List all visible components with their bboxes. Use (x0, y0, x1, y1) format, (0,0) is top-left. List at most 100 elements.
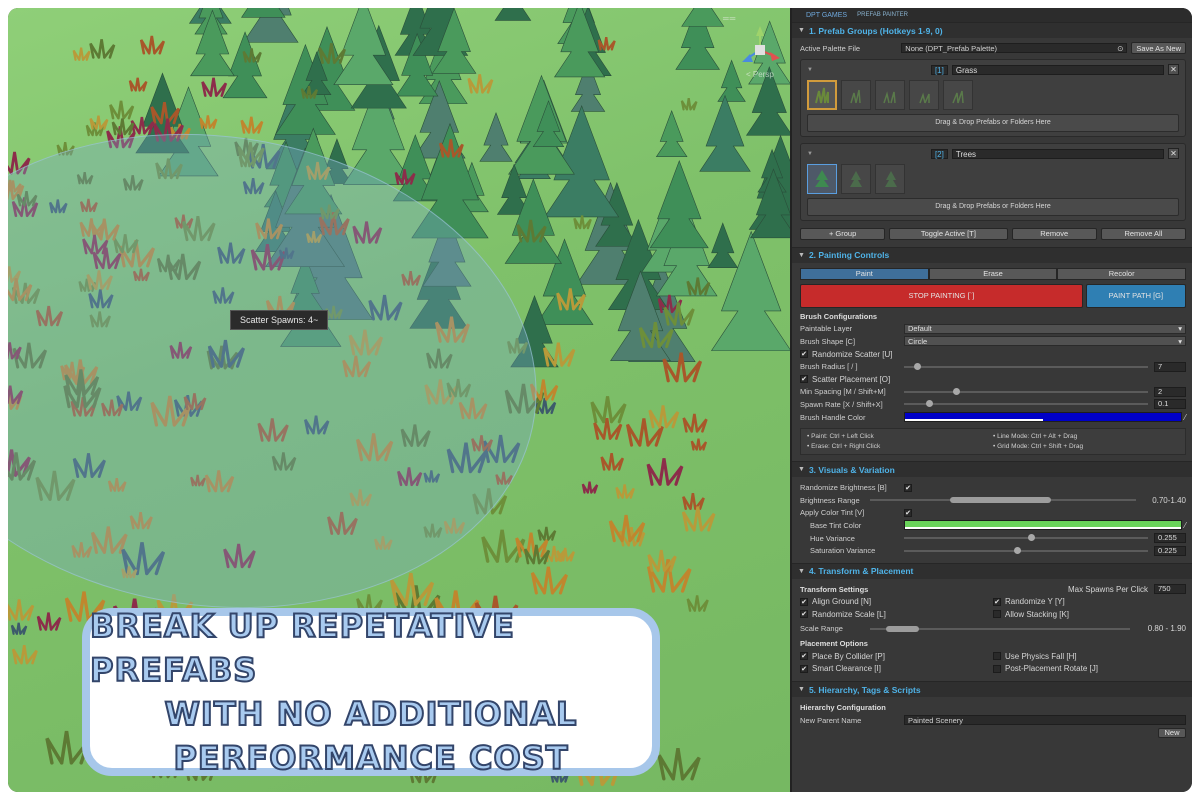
spawn-rate-input[interactable]: 0.1 (1154, 399, 1186, 410)
align-ground-checkbox[interactable]: ✔ (800, 597, 808, 606)
palette-field[interactable]: None (DPT_Prefab Palette) ⊙ (901, 43, 1128, 54)
drop-zone-trees[interactable]: Drag & Drop Prefabs or Folders Here (807, 197, 1179, 216)
hint-grid-mode: • Grid Mode: Ctrl + Shift + Drag (993, 443, 1084, 451)
hue-variance-input[interactable]: 0.255 (1154, 533, 1186, 544)
remove-all-button[interactable]: Remove All (1100, 227, 1187, 240)
close-icon[interactable]: ✕ (1168, 64, 1179, 76)
section-prefab-groups[interactable]: ▼ 1. Prefab Groups (Hotkeys 1-9, 0) (792, 22, 1192, 38)
grass-prefab (201, 77, 228, 97)
grass-prefab (537, 526, 557, 541)
prefab-thumb-grass-1[interactable] (807, 79, 837, 110)
perspective-label[interactable]: < Persp (746, 70, 774, 79)
grass-prefab-thumbnails (807, 79, 1179, 110)
brush-handle-color-swatch[interactable] (904, 412, 1182, 423)
prefab-thumb-grass-5[interactable] (943, 79, 973, 110)
prefab-thumb-grass-4[interactable] (909, 79, 939, 110)
add-group-button[interactable]: + Group (800, 227, 886, 240)
grass-prefab (590, 396, 627, 424)
scale-range-slider[interactable] (870, 624, 1130, 634)
place-by-collider-checkbox[interactable]: ✔ (800, 652, 808, 661)
spawn-rate-slider[interactable] (904, 399, 1148, 409)
section-visuals[interactable]: ▼ 3. Visuals & Variation (792, 461, 1192, 478)
toggle-active-button[interactable]: Toggle Active [T] (889, 227, 1008, 240)
drop-zone-grass[interactable]: Drag & Drop Prefabs or Folders Here (807, 113, 1179, 132)
tab-erase[interactable]: Erase (928, 267, 1058, 280)
group-collapse-icon[interactable]: ▼ (807, 151, 813, 157)
section-title: 3. Visuals & Variation (808, 464, 895, 475)
use-physics-fall-checkbox[interactable] (993, 652, 1001, 661)
stop-painting-button[interactable]: STOP PAINTING [`] (800, 283, 1083, 308)
tab-recolor[interactable]: Recolor (1057, 267, 1187, 280)
brush-shape-dropdown[interactable]: Circle ▾ (904, 336, 1186, 347)
promo-line-1: BREAK UP REPETATIVE PREFABS (89, 606, 515, 690)
prefab-thumb-tree-2[interactable] (841, 163, 871, 194)
brush-handle-color-label: Brush Handle Color (800, 412, 866, 422)
base-tint-color-swatch[interactable] (904, 520, 1182, 531)
scale-range-value: 0.80 - 1.90 (1147, 624, 1186, 634)
group-collapse-icon[interactable]: ▼ (807, 67, 813, 73)
tab-paint[interactable]: Paint (800, 267, 929, 280)
brightness-range-slider[interactable] (870, 495, 1136, 505)
smart-clearance-checkbox[interactable]: ✔ (800, 664, 808, 673)
prefab-thumb-tree-1[interactable] (807, 163, 837, 194)
grass-icon (883, 90, 896, 103)
section-painting-controls[interactable]: ▼ 2. Painting Controls (792, 246, 1192, 263)
prefab-thumb-grass-2[interactable] (841, 79, 871, 110)
section-transform-placement[interactable]: ▼ 4. Transform & Placement (792, 562, 1192, 579)
grass-prefab (648, 405, 680, 429)
grass-prefab (615, 484, 635, 499)
new-parent-button[interactable]: New (1158, 727, 1186, 738)
allow-stacking-label: Allow Stacking [K] (1005, 609, 1070, 619)
brush-radius-label: Brush Radius [ / ] (800, 362, 858, 372)
grass-prefab (199, 115, 218, 129)
scene-viewport[interactable]: Scatter Spawns: 4~ ══ < Persp BREAK UP R… (8, 8, 790, 792)
inspector-header: DPT GAMES PREFAB PAINTER (792, 8, 1192, 22)
prefab-thumb-grass-3[interactable] (875, 79, 905, 110)
window-frame: Scatter Spawns: 4~ ══ < Persp BREAK UP R… (8, 8, 1192, 792)
hue-variance-slider[interactable] (904, 533, 1148, 543)
group-name-field[interactable]: Grass (951, 64, 1164, 75)
section-title: 4. Transform & Placement (808, 566, 914, 577)
remove-button[interactable]: Remove (1011, 227, 1097, 240)
tree-prefab-thumbnails (807, 163, 1179, 194)
scale-range-label: Scale Range (800, 624, 843, 634)
save-as-new-button[interactable]: Save As New (1131, 42, 1187, 55)
randomize-y-checkbox[interactable]: ✔ (993, 597, 1001, 606)
grass-prefab (573, 215, 592, 230)
eyedropper-icon[interactable]: ⁄ (1185, 413, 1186, 422)
saturation-variance-input[interactable]: 0.225 (1154, 545, 1186, 556)
max-spawns-input[interactable]: 750 (1154, 584, 1186, 595)
object-picker-icon[interactable]: ⊙ (1117, 44, 1123, 53)
close-icon[interactable]: ✕ (1168, 148, 1179, 160)
grass-icon (815, 87, 829, 103)
section-hierarchy[interactable]: ▼ 5. Hierarchy, Tags & Scripts (792, 681, 1192, 698)
eyedropper-icon[interactable]: ⁄ (1185, 521, 1186, 530)
paint-path-button[interactable]: PAINT PATH [G] (1085, 283, 1186, 308)
randomize-scatter-checkbox[interactable]: ✔ (800, 350, 808, 359)
prefab-thumb-tree-3[interactable] (875, 163, 905, 194)
min-spacing-input[interactable]: 2 (1154, 386, 1186, 397)
grass-icon (919, 92, 930, 103)
randomize-scale-checkbox[interactable]: ✔ (800, 610, 808, 619)
apply-color-tint-checkbox[interactable]: ✔ (904, 508, 912, 517)
tree-icon (815, 169, 829, 187)
header-tool-name: PREFAB PAINTER (857, 12, 909, 18)
post-placement-rotate-checkbox[interactable] (993, 664, 1001, 673)
collapse-triangle-icon: ▼ (798, 251, 805, 259)
brush-radius-input[interactable]: 7 (1154, 361, 1186, 372)
tree-prefab (707, 222, 739, 268)
new-parent-label: New Parent Name (800, 715, 862, 725)
brightness-range-value: 0.70-1.40 (1152, 495, 1186, 505)
paintable-layer-dropdown[interactable]: Default ▾ (904, 323, 1186, 334)
grass-prefab (10, 622, 28, 635)
saturation-variance-slider[interactable] (904, 546, 1148, 556)
randomize-brightness-checkbox[interactable]: ✔ (904, 483, 912, 492)
allow-stacking-checkbox[interactable] (993, 610, 1001, 619)
hierarchy-config-title: Hierarchy Configuration (800, 703, 886, 713)
brush-radius-slider[interactable] (904, 362, 1148, 372)
group-name-field[interactable]: Trees (951, 148, 1164, 159)
scatter-placement-checkbox[interactable]: ✔ (800, 375, 808, 384)
grass-prefab (680, 98, 698, 111)
new-parent-input[interactable]: Painted Scenery (904, 715, 1186, 726)
min-spacing-slider[interactable] (904, 387, 1148, 397)
